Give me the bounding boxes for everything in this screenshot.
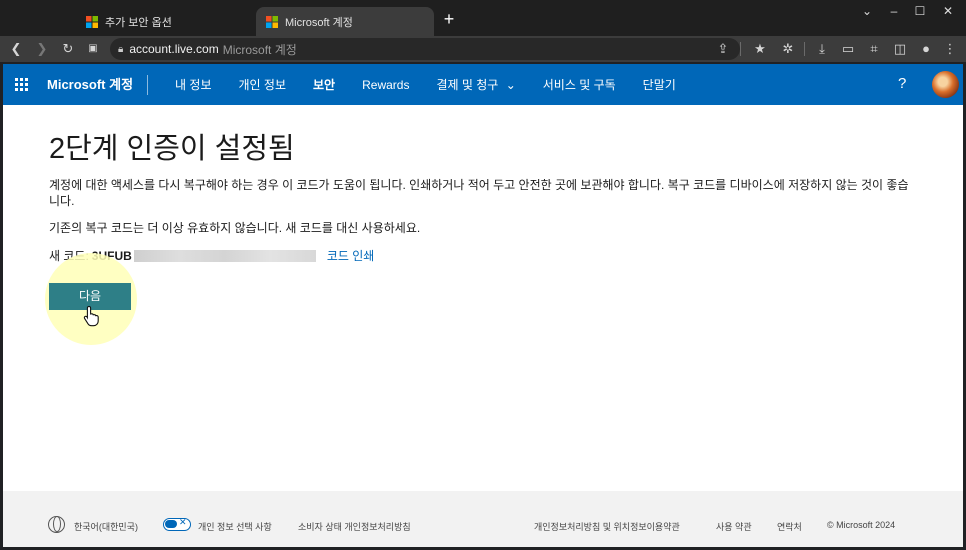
- nav-privacy[interactable]: 개인 정보: [239, 76, 287, 93]
- language-selector[interactable]: 한국어(대한민국): [74, 520, 138, 533]
- microsoft-logo-icon: [86, 15, 98, 28]
- sidebar-icon[interactable]: ◫: [890, 39, 910, 59]
- microsoft-logo-icon: [266, 15, 278, 28]
- ms-account-header: Microsoft 계정 내 정보 개인 정보 보안 Rewards 결제 및 …: [3, 64, 963, 105]
- copyright: © Microsoft 2024: [827, 520, 896, 530]
- download-icon[interactable]: ⤓: [812, 39, 832, 59]
- address-bar[interactable]: 🔒︎ account.live.com Microsoft 계정: [110, 38, 740, 60]
- consumer-health-privacy-link[interactable]: 소비자 상태 개인정보처리방침: [298, 520, 411, 533]
- browser-tabstrip: 추가 보안 옵션 Microsoft 계정 + ⌄ – ☐ ✕: [0, 0, 966, 36]
- contact-link[interactable]: 연락처: [777, 520, 802, 533]
- toolbar-divider: [804, 42, 805, 56]
- nav-devices[interactable]: 단말기: [643, 76, 676, 93]
- favorites-icon[interactable]: ★: [750, 39, 770, 59]
- privacy-terms-link[interactable]: 개인정보처리방침 및 위치정보이용약관: [534, 520, 680, 533]
- tab-microsoft-account[interactable]: Microsoft 계정: [256, 7, 434, 36]
- privacy-choices-link[interactable]: 개인 정보 선택 사항: [198, 520, 272, 533]
- nav-security[interactable]: 보안: [313, 76, 335, 93]
- nav-payment-billing-label: 결제 및 청구: [436, 78, 499, 92]
- menu-icon[interactable]: ⋮: [940, 39, 960, 59]
- old-code-invalid-notice: 기존의 복구 코드는 더 이상 유효하지 않습니다. 새 코드를 대신 사용하세…: [49, 221, 421, 235]
- close-window-icon[interactable]: ✕: [934, 0, 962, 24]
- reload-icon[interactable]: ↻: [58, 39, 78, 59]
- extensions-icon[interactable]: ✲: [778, 39, 798, 59]
- url-page-title: Microsoft 계정: [222, 42, 297, 57]
- page-footer: 한국어(대한민국) 개인 정보 선택 사항 소비자 상태 개인정보처리방침 개인…: [3, 491, 963, 547]
- browser-toolbar: ❮ ❯ ↻ ▣ 🔒︎ account.live.com Microsoft 계정…: [0, 36, 966, 62]
- tab-title: Microsoft 계정: [285, 16, 353, 29]
- minimize-icon[interactable]: –: [880, 0, 908, 24]
- avatar[interactable]: [932, 71, 959, 98]
- globe-icon: [48, 516, 65, 533]
- tab-extra-security[interactable]: 추가 보안 옵션: [76, 7, 256, 36]
- brand-title[interactable]: Microsoft 계정: [47, 74, 149, 95]
- redacted-code-blur: [133, 249, 316, 262]
- forward-icon[interactable]: ❯: [32, 39, 52, 59]
- screenshot-icon[interactable]: ⌗: [864, 39, 884, 59]
- page-title: 2단계 인증이 설정됨: [49, 133, 295, 165]
- print-code-link[interactable]: 코드 인쇄: [327, 247, 375, 264]
- tab-title: 추가 보안 옵션: [105, 16, 172, 29]
- hand-cursor-icon: [83, 305, 99, 327]
- back-icon[interactable]: ❮: [6, 39, 26, 59]
- toolbar-divider: [740, 42, 741, 56]
- maximize-icon[interactable]: ☐: [906, 0, 934, 24]
- recovery-code-description: 계정에 대한 액세스를 다시 복구해야 하는 경우 이 코드가 도움이 됩니다.…: [49, 178, 909, 208]
- privacy-choices-icon: [163, 517, 191, 531]
- video-icon[interactable]: ▭: [838, 39, 858, 59]
- app-launcher-icon[interactable]: [5, 64, 37, 105]
- nav-your-info[interactable]: 내 정보: [175, 76, 211, 93]
- nav-services-subscriptions[interactable]: 서비스 및 구독: [543, 76, 616, 93]
- share-icon[interactable]: ⇪: [713, 39, 733, 59]
- profile-icon[interactable]: ●: [916, 39, 936, 59]
- nav-rewards[interactable]: Rewards: [362, 78, 409, 92]
- lock-icon: 🔒︎: [118, 43, 124, 55]
- main-content: 2단계 인증이 설정됨 계정에 대한 액세스를 다시 복구해야 하는 경우 이 …: [3, 105, 963, 491]
- nav-payment-billing[interactable]: 결제 및 청구 ⌄: [436, 76, 515, 93]
- tab-search-chevron-icon[interactable]: ⌄: [853, 0, 881, 24]
- url-host: account.live.com: [129, 42, 219, 56]
- terms-of-use-link[interactable]: 사용 약관: [716, 520, 752, 533]
- reader-icon[interactable]: ▣: [83, 39, 103, 59]
- chevron-down-icon: ⌄: [505, 78, 516, 92]
- new-tab-plus-icon[interactable]: +: [438, 8, 460, 30]
- help-icon[interactable]: ?: [898, 75, 906, 92]
